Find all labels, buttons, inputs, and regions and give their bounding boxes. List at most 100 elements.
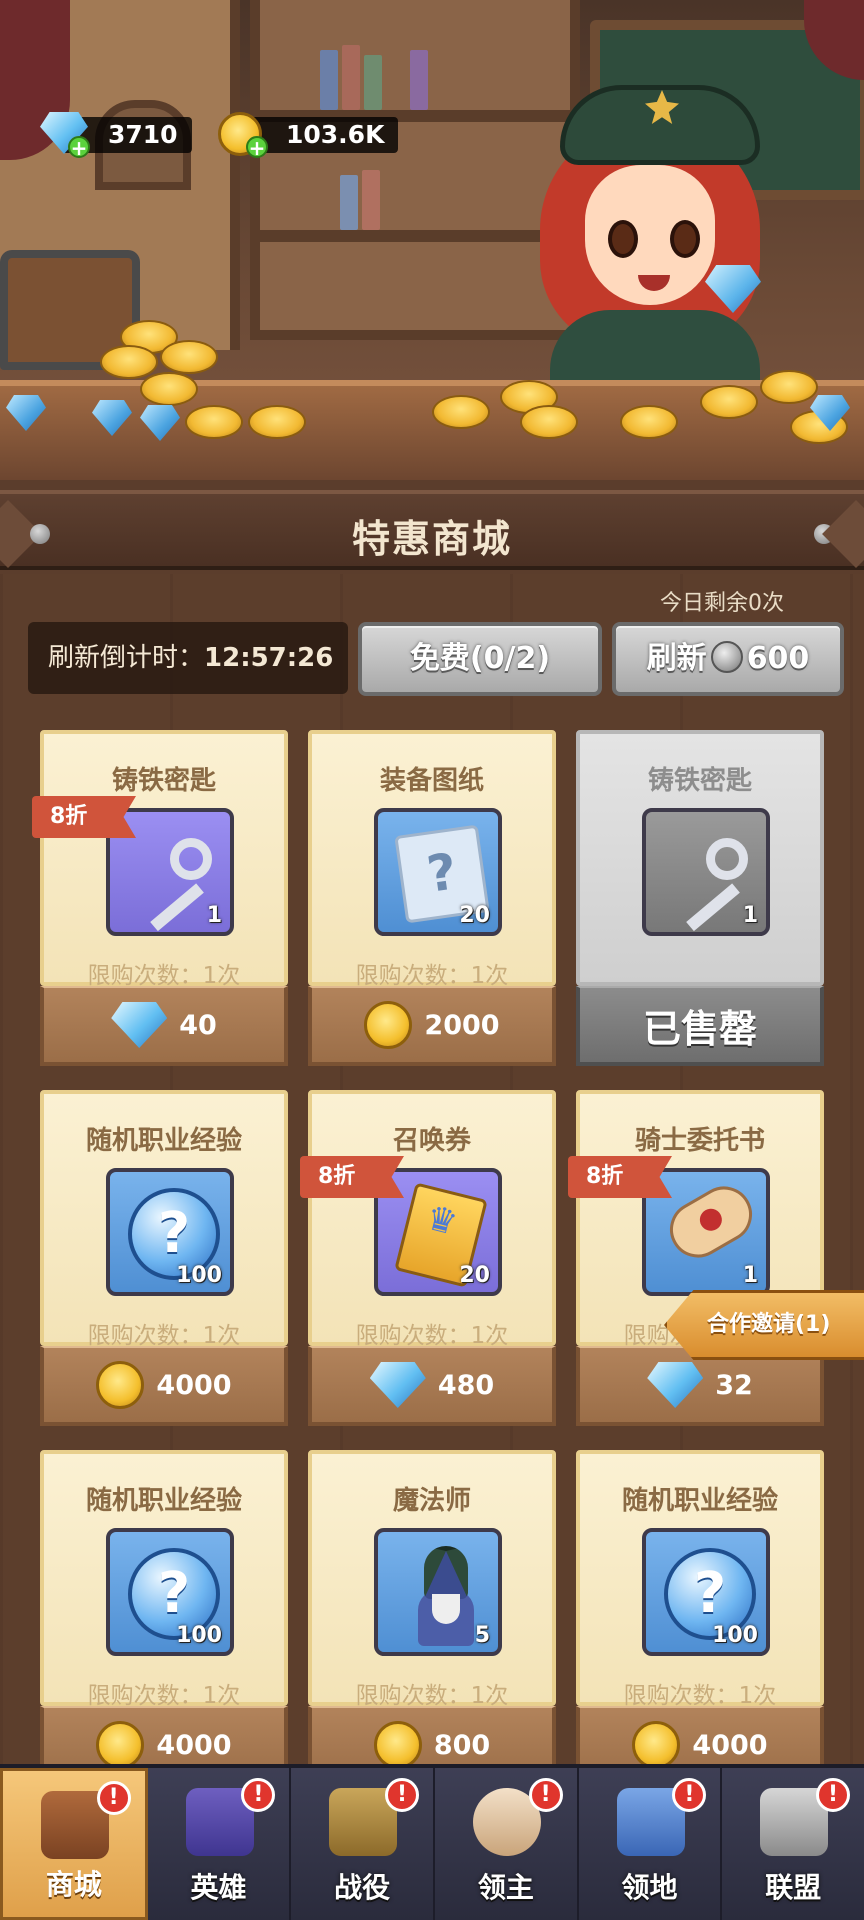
diamond-icon: + (40, 112, 92, 158)
diamond-icon (369, 1362, 426, 1408)
gold-coin-icon (373, 1721, 422, 1769)
nav-tab-lord[interactable]: ! 领主 (435, 1768, 579, 1920)
silver-coin-icon (710, 640, 743, 673)
shop-item-card[interactable]: 召唤券 20 限购次数：1次 8折 480 (300, 1090, 556, 1426)
nav-label: 战役 (334, 1871, 391, 1904)
nav-label: 英雄 (190, 1871, 247, 1904)
purchase-limit: 限购次数：1次 (355, 1323, 509, 1349)
gold-coin-icon (632, 1721, 681, 1769)
item-price: 4000 (156, 1369, 232, 1401)
nav-label: 领主 (477, 1871, 534, 1904)
nav-tab-territory[interactable]: ! 领地 (579, 1768, 723, 1920)
nav-tab-shop[interactable]: ! 商城 (0, 1768, 148, 1920)
item-name: 魔法师 (392, 1486, 471, 1516)
shop-item-card[interactable]: 随机职业经验 ? 100 限购次数：1次 4000 (576, 1450, 824, 1786)
item-quantity: 100 (712, 1623, 758, 1648)
item-price: 32 (715, 1369, 753, 1401)
blueprint-scroll-icon: ? 20 (374, 808, 502, 936)
nav-tab-alliance[interactable]: ! 联盟 (722, 1768, 864, 1920)
nav-label: 联盟 (765, 1871, 822, 1904)
item-name: 铸铁密匙 (647, 766, 752, 796)
free-refresh-button[interactable]: 免费(0/2) (358, 622, 602, 696)
diamond-icon (111, 1002, 168, 1048)
shop-item-card[interactable]: 骑士委托书 1 限购次数：1次 8折 32 (568, 1090, 824, 1426)
item-name: 装备图纸 (379, 766, 484, 796)
mystery-orb-icon: ? 100 (106, 1168, 234, 1296)
alert-badge-icon: ! (816, 1778, 851, 1812)
alert-badge-icon: ! (672, 1778, 707, 1812)
buy-button[interactable]: 2000 (308, 986, 556, 1066)
item-price: 2000 (424, 1009, 500, 1041)
shop-item-card[interactable]: 随机职业经验 ? 100 限购次数：1次 4000 (40, 1450, 288, 1786)
nav-tab-heroes[interactable]: ! 英雄 (148, 1768, 292, 1920)
shop-scene: + 3710 + 103.6K (0, 0, 864, 480)
item-quantity: 20 (459, 903, 490, 928)
mystery-orb-icon: ? 100 (106, 1528, 234, 1656)
purchase-limit: 限购次数：1次 (87, 1683, 241, 1709)
refresh-countdown-value: 12:57:26 (204, 643, 334, 673)
refresh-countdown-label: 刷新倒计时： (48, 643, 205, 673)
paid-refresh-button[interactable]: 刷新 600 (612, 622, 844, 696)
remaining-refreshes-text: 今日剩余0次 (660, 591, 784, 616)
mystery-orb-icon: ? 100 (642, 1528, 770, 1656)
refresh-button-label: 刷新 (646, 641, 707, 676)
item-quantity: 100 (176, 1263, 222, 1288)
shop-item-card[interactable]: 装备图纸 ? 20 限购次数：1次 2000 (308, 730, 556, 1066)
coin-balance[interactable]: + 103.6K (218, 112, 399, 158)
gold-coin-icon (364, 1001, 413, 1049)
item-quantity: 1 (742, 903, 758, 928)
bottom-navigation: ! 商城 ! 英雄 ! 战役 ! 领主 ! 领地 ! 联盟 (0, 1764, 864, 1920)
nav-tab-campaign[interactable]: ! 战役 (291, 1768, 436, 1920)
shop-item-card[interactable]: 随机职业经验 ? 100 限购次数：1次 4000 (40, 1090, 288, 1426)
sold-out-label: 已售罄 (576, 986, 824, 1066)
shopkeeper-character (520, 70, 770, 410)
discount-badge: 8折 (568, 1156, 672, 1198)
item-price: 40 (179, 1009, 217, 1041)
gold-coin-icon: + (218, 112, 270, 158)
item-quantity: 100 (176, 1623, 222, 1648)
item-price: 4000 (692, 1729, 768, 1761)
shop-title-banner: 特惠商城 (0, 490, 864, 570)
shop-item-card[interactable]: 魔法师 5 限购次数：1次 800 (308, 1450, 556, 1786)
buy-button[interactable]: 480 (308, 1346, 556, 1426)
wizard-icon: 5 (374, 1528, 502, 1656)
shop-item-card[interactable]: 铸铁密匙 1 限购次数：1次 8折 40 (32, 730, 288, 1066)
refresh-countdown: 刷新倒计时：12:57:26 (28, 622, 348, 694)
item-quantity: 5 (474, 1623, 490, 1648)
item-name: 铸铁密匙 (111, 766, 216, 796)
alert-badge-icon: ! (241, 1778, 276, 1812)
item-quantity: 1 (742, 1263, 758, 1288)
item-name: 随机职业经验 (85, 1486, 242, 1516)
purchase-limit: 限购次数：1次 (87, 963, 241, 989)
nav-label: 领地 (621, 1871, 678, 1904)
nav-label: 商城 (45, 1868, 102, 1901)
item-price: 480 (437, 1369, 495, 1401)
alert-badge-icon: ! (96, 1781, 131, 1815)
purchase-limit: 限购次数：1次 (355, 963, 509, 989)
purchase-limit: 限购次数：1次 (355, 1683, 509, 1709)
item-price: 4000 (156, 1729, 232, 1761)
discount-badge: 8折 (32, 796, 136, 838)
shop-item-card-sold-out: 铸铁密匙 1 已售罄 (576, 730, 824, 1066)
add-gems-plus-icon[interactable]: + (68, 136, 90, 158)
refresh-button-cost: 600 (746, 641, 810, 676)
alert-badge-icon: ! (528, 1778, 563, 1812)
gold-coin-icon (96, 1721, 145, 1769)
purchase-limit: 限购次数：1次 (623, 1683, 777, 1709)
item-quantity: 1 (206, 903, 222, 928)
item-name: 随机职业经验 (621, 1486, 778, 1516)
diamond-icon (647, 1362, 704, 1408)
buy-button[interactable]: 4000 (40, 1346, 288, 1426)
key-icon: 1 (642, 808, 770, 936)
cooperation-invite-button[interactable]: 合作邀请(1) (664, 1290, 864, 1360)
item-name: 随机职业经验 (85, 1126, 242, 1156)
item-name: 召唤券 (392, 1126, 471, 1156)
add-coins-plus-icon[interactable]: + (246, 136, 268, 158)
buy-button[interactable]: 40 (40, 986, 288, 1066)
page-title: 特惠商城 (351, 517, 512, 561)
item-name: 骑士委托书 (634, 1126, 765, 1156)
gem-balance[interactable]: + 3710 (40, 112, 192, 158)
item-quantity: 20 (459, 1263, 490, 1288)
alert-badge-icon: ! (385, 1778, 420, 1812)
discount-badge: 8折 (300, 1156, 404, 1198)
